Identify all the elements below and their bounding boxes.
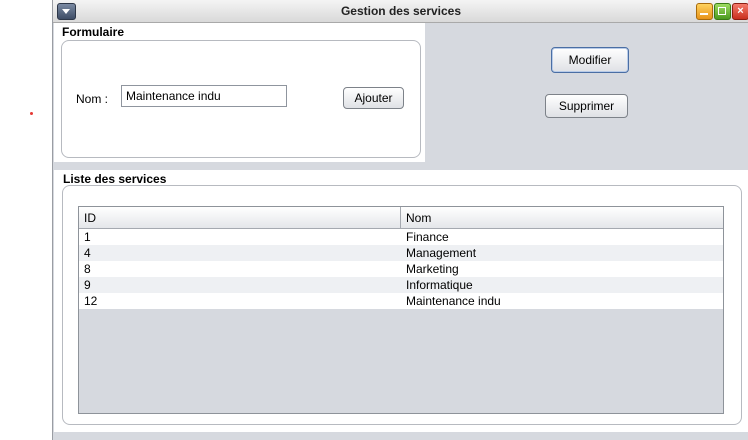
ajouter-button[interactable]: Ajouter <box>343 87 404 109</box>
nom-input[interactable] <box>121 85 287 107</box>
cell-nom: Marketing <box>406 262 459 276</box>
cell-id: 1 <box>84 230 91 244</box>
window-bottom-edge <box>54 432 748 440</box>
form-panel: Formulaire Nom : Ajouter <box>54 23 425 162</box>
services-table[interactable]: ID Nom 1 Finance 4 Management 8 Marketin… <box>78 206 724 414</box>
table-body: 1 Finance 4 Management 8 Marketing 9 Inf… <box>79 229 723 309</box>
column-divider <box>400 207 401 228</box>
list-panel: Liste des services ID Nom 1 Finance 4 Ma… <box>54 170 748 432</box>
table-row[interactable]: 12 Maintenance indu <box>79 293 723 309</box>
list-section-title: Liste des services <box>63 172 167 186</box>
cell-id: 12 <box>84 294 98 308</box>
table-row[interactable]: 1 Finance <box>79 229 723 245</box>
modifier-button[interactable]: Modifier <box>551 47 629 73</box>
red-dot-marker <box>30 112 33 115</box>
cell-id: 4 <box>84 246 91 260</box>
cell-nom: Maintenance indu <box>406 294 501 308</box>
cell-nom: Management <box>406 246 477 260</box>
nom-label: Nom : <box>76 92 109 106</box>
table-row[interactable]: 4 Management <box>79 245 723 261</box>
table-row[interactable]: 9 Informatique <box>79 277 723 293</box>
cell-id: 8 <box>84 262 91 276</box>
table-header: ID Nom <box>79 207 723 229</box>
close-icon[interactable]: × <box>732 3 748 20</box>
column-header-nom[interactable]: Nom <box>406 211 431 225</box>
table-row[interactable]: 8 Marketing <box>79 261 723 277</box>
column-header-id[interactable]: ID <box>84 211 96 225</box>
title-bar: Gestion des services × <box>53 0 748 23</box>
supprimer-button[interactable]: Supprimer <box>545 94 628 118</box>
form-section-title: Formulaire <box>62 25 125 39</box>
cell-nom: Finance <box>406 230 449 244</box>
window-title: Gestion des services <box>340 4 462 18</box>
main-window: Gestion des services × Formulaire Nom : … <box>52 0 748 440</box>
cell-nom: Informatique <box>406 278 473 292</box>
cell-id: 9 <box>84 278 91 292</box>
minimize-icon[interactable] <box>696 3 713 20</box>
maximize-icon[interactable] <box>714 3 731 20</box>
